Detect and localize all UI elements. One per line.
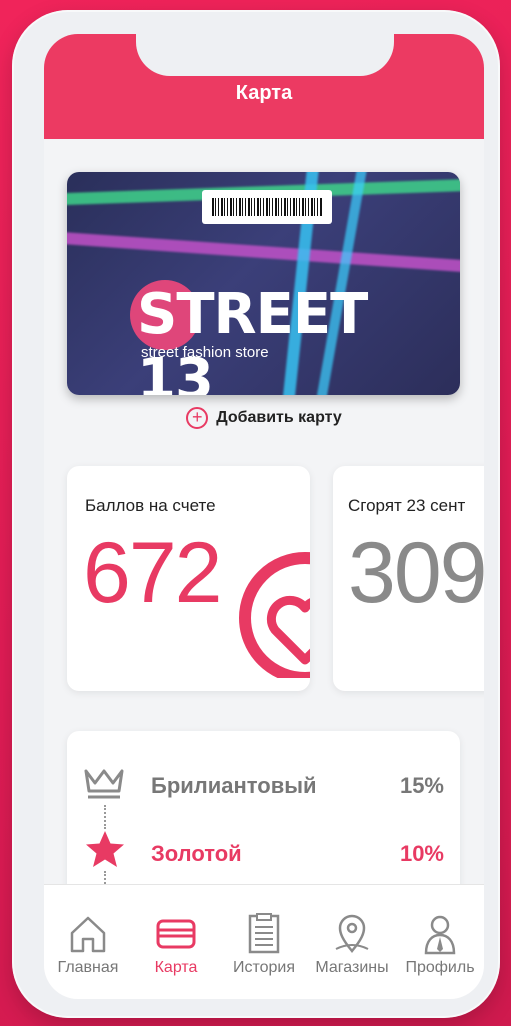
tab-card[interactable]: Карта [132,913,220,977]
tab-profile[interactable]: Профиль [396,913,484,977]
card-icon [156,919,196,949]
heart-badge-icon [239,552,310,678]
level-row-gold[interactable]: Золотой 10% [67,835,460,875]
balance-value: 672 [83,525,222,621]
level-percent: 15% [399,773,444,798]
profile-icon [424,915,456,955]
add-card-label: Добавить карту [216,409,342,426]
tab-label: Магазины [315,959,389,976]
map-pin-icon [335,914,369,953]
tab-label: Профиль [405,959,475,976]
plus-icon: + [186,407,209,429]
tab-label: Карта [154,959,198,976]
balance-card: Баллов на счете 672 [67,466,310,691]
level-percent: 10% [399,841,444,866]
app-screen: Карта STREET 13 street fashion store + Д… [44,34,484,999]
level-name: Золотой [151,841,242,866]
expiring-card: Сгорят 23 сент 309 [333,466,484,691]
loyalty-card[interactable]: STREET 13 street fashion store [67,172,460,395]
main-content: STREET 13 street fashion store + Добавит… [44,139,484,999]
tab-home[interactable]: Главная [44,913,132,977]
tab-stores[interactable]: Магазины [308,913,396,977]
home-icon [70,916,106,953]
add-card-button[interactable]: + Добавить карту [44,407,484,429]
expiring-value: 309 [348,525,484,621]
expiring-label: Сгорят 23 сент [348,496,466,515]
tab-bar: Главная Карта История Магазины Профиль [44,884,484,999]
tab-label: История [232,959,296,976]
brand-tagline: street fashion store [141,344,269,361]
tab-label: Главная [57,959,119,976]
tab-history[interactable]: История [220,913,308,977]
brand-name: STREET 13 [137,282,368,395]
balance-label: Баллов на счете [85,496,216,515]
page-title: Карта [235,82,293,104]
level-row-diamond[interactable]: Брилиантовый 15% [67,767,460,807]
history-icon [248,913,280,954]
phone-notch [136,34,394,76]
barcode [202,190,332,224]
level-name: Брилиантовый [151,773,317,798]
